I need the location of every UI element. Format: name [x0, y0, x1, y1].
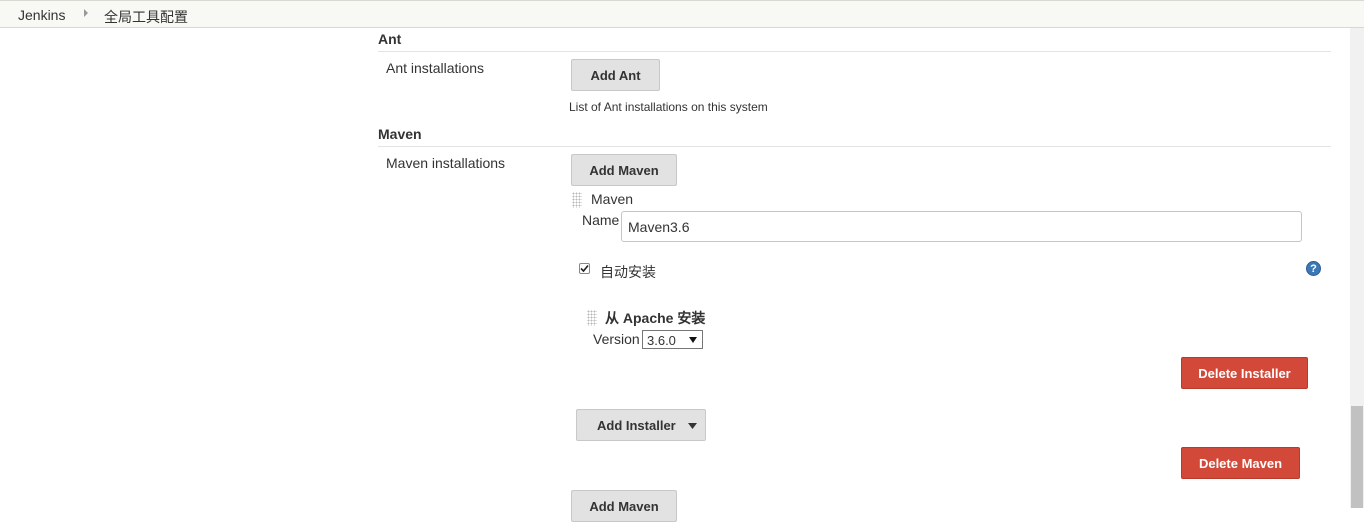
version-select-value: 3.6.0 — [647, 333, 676, 348]
check-mark-icon — [580, 264, 589, 273]
ant-section-divider — [378, 51, 1331, 52]
version-select[interactable]: 3.6.0 — [642, 330, 703, 349]
maven-section-divider — [378, 146, 1331, 147]
dropdown-caret-icon — [688, 423, 697, 429]
auto-install-label: 自动安装 — [600, 264, 656, 280]
add-maven-button-top[interactable]: Add Maven — [571, 154, 677, 186]
add-installer-label: Add Installer — [597, 417, 676, 433]
breadcrumb-jenkins[interactable]: Jenkins — [18, 7, 65, 23]
drag-handle-icon[interactable] — [572, 192, 582, 208]
name-label: Name — [582, 212, 620, 228]
maven-installations-label: Maven installations — [386, 155, 506, 171]
breadcrumb-global-tool-config[interactable]: 全局工具配置 — [104, 7, 188, 27]
installer-title: 从 Apache 安装 — [605, 310, 706, 326]
maven-name-input[interactable] — [621, 211, 1302, 242]
auto-install-checkbox[interactable] — [579, 263, 590, 274]
ant-section-title: Ant — [378, 31, 402, 47]
breadcrumb: Jenkins 全局工具配置 — [0, 0, 1364, 28]
add-maven-button-bottom[interactable]: Add Maven — [571, 490, 677, 522]
maven-block-title: Maven — [591, 191, 634, 207]
delete-maven-button[interactable]: Delete Maven — [1181, 447, 1300, 479]
delete-installer-button[interactable]: Delete Installer — [1181, 357, 1308, 389]
breadcrumb-separator-icon — [84, 9, 88, 17]
version-label: Version — [593, 331, 640, 347]
caret-down-icon — [689, 337, 697, 343]
add-ant-button[interactable]: Add Ant — [571, 59, 660, 91]
installer-drag-handle-icon[interactable] — [587, 310, 597, 326]
scrollbar-thumb[interactable] — [1351, 406, 1363, 508]
add-installer-button[interactable]: Add Installer — [576, 409, 706, 441]
ant-installations-label: Ant installations — [386, 60, 485, 76]
maven-section-title: Maven — [378, 126, 422, 142]
help-icon[interactable]: ? — [1306, 261, 1321, 276]
ant-installations-description: List of Ant installations on this system — [569, 100, 768, 114]
